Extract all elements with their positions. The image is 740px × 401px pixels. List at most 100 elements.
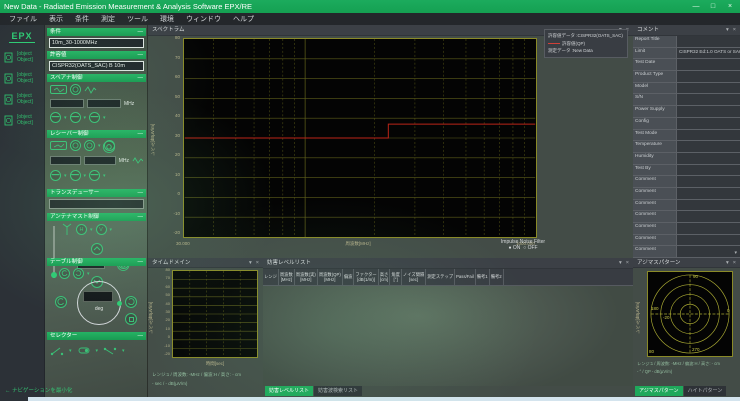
menu-item[interactable]: ファイル <box>4 14 42 24</box>
comment-row[interactable]: Config <box>633 118 740 130</box>
dropdown-icon[interactable]: ▾ <box>110 227 113 233</box>
column-header[interactable]: 周波数 [MHz] <box>279 269 295 285</box>
table-control-header[interactable]: テーブル制御 — <box>47 258 146 266</box>
dropdown-icon[interactable]: ▾ <box>64 115 67 121</box>
receiver-qp-button[interactable] <box>70 140 81 151</box>
menu-item[interactable]: ツール <box>122 14 153 24</box>
comment-row-value[interactable] <box>677 130 740 141</box>
collapse-icon[interactable]: — <box>138 213 144 221</box>
comment-row[interactable]: Power Supply <box>633 106 740 118</box>
comment-row-value[interactable] <box>677 235 740 246</box>
receiver-sweep-icon[interactable] <box>132 156 143 165</box>
comment-row-value[interactable] <box>677 223 740 234</box>
selector-switch-2-icon[interactable] <box>77 345 91 357</box>
comment-row-value[interactable] <box>677 94 740 105</box>
comment-row-value[interactable] <box>677 200 740 211</box>
dropdown-icon[interactable]: ▾ <box>90 227 93 233</box>
receiver-preset-button[interactable] <box>50 141 67 150</box>
spa-stop-freq-input[interactable] <box>87 99 121 108</box>
comment-row-value[interactable] <box>677 246 740 257</box>
comment-row[interactable]: Comment <box>633 211 740 223</box>
dropdown-icon[interactable]: ▾ <box>98 143 101 149</box>
tab-height-pattern[interactable]: ハイトパターン <box>684 386 727 396</box>
comment-row-value[interactable] <box>677 118 740 129</box>
receiver-step-input[interactable] <box>84 156 115 165</box>
dropdown-icon[interactable]: ▾ <box>103 115 106 121</box>
dropdown-icon[interactable]: ▾ <box>64 173 67 179</box>
column-header[interactable]: 角度 [°] <box>390 269 402 285</box>
close-button[interactable]: × <box>722 0 738 13</box>
panel-collapse-icon[interactable]: ▾ <box>726 25 729 36</box>
panel-close-icon[interactable]: × <box>256 258 259 268</box>
column-header[interactable]: 偏波 <box>343 269 355 285</box>
table-rotate-ccw-button[interactable] <box>55 296 67 308</box>
limit-header[interactable]: 許容値 — <box>47 51 146 59</box>
nav-item[interactable]: [object Object] <box>0 89 44 110</box>
condition-select[interactable]: 10m_30-1000MHz <box>49 38 144 48</box>
polarization-h-button[interactable]: H <box>76 224 87 235</box>
comment-row[interactable]: Humidity <box>633 153 740 165</box>
comment-row[interactable]: Product Type <box>633 71 740 83</box>
column-header[interactable]: レンジ <box>263 269 279 285</box>
panel-collapse-icon[interactable]: ▾ <box>619 258 622 269</box>
mast-up-button[interactable] <box>91 243 103 255</box>
comment-row-value[interactable] <box>677 106 740 117</box>
collapse-icon[interactable]: — <box>138 189 144 197</box>
comment-row[interactable]: Comment <box>633 176 740 188</box>
comment-row[interactable]: Report Title <box>633 36 740 48</box>
table-cw-step-button[interactable] <box>73 268 84 279</box>
collapse-icon[interactable]: — <box>138 28 144 36</box>
tab-azimuth-pattern[interactable]: アジマスパターン <box>635 386 683 396</box>
panel-close-icon[interactable]: × <box>626 258 629 269</box>
receiver-freq-input[interactable] <box>50 156 81 165</box>
comment-dropdown-icon[interactable]: ▾ <box>734 250 737 256</box>
comment-row-value[interactable] <box>677 83 740 94</box>
selector-switch-3-icon[interactable] <box>103 345 117 357</box>
dropdown-icon[interactable]: ▾ <box>87 271 90 277</box>
dropdown-icon[interactable]: ▾ <box>122 348 125 354</box>
comment-row-value[interactable] <box>677 188 740 199</box>
antenna-mast-header[interactable]: アンテナマスト制御 — <box>47 213 146 221</box>
spa-rbw-button[interactable]: − <box>50 112 61 123</box>
column-header[interactable]: 備考1 <box>476 269 490 285</box>
column-header[interactable]: Pass/Fail <box>455 269 476 285</box>
table-stop-button[interactable] <box>125 313 137 325</box>
spa-vbw-button[interactable]: − <box>70 112 81 123</box>
comment-row[interactable]: Comment <box>633 246 740 258</box>
timedomain-plot[interactable] <box>172 270 258 358</box>
dropdown-icon[interactable]: ▾ <box>96 348 99 354</box>
comment-row[interactable]: Comment <box>633 200 740 212</box>
transducer-header[interactable]: トランスデューサー — <box>47 189 146 197</box>
collapse-icon[interactable]: — <box>138 258 144 266</box>
column-header[interactable]: 周波数(実) [MHz] <box>295 269 318 285</box>
comment-row-value[interactable] <box>677 71 740 82</box>
comment-row-value[interactable] <box>677 211 740 222</box>
receiver-av-button[interactable] <box>84 140 95 151</box>
dropdown-icon[interactable]: ▾ <box>103 173 106 179</box>
azimuth-plot[interactable]: 90 180 0 270 -20 80 <box>647 271 733 357</box>
dropdown-icon[interactable]: ▾ <box>69 348 72 354</box>
nav-minimize-link[interactable]: ← ナビゲーションを最小化 <box>5 386 72 394</box>
column-header[interactable]: 測定ステップ <box>426 269 455 285</box>
comment-row-value[interactable] <box>677 59 740 70</box>
menu-item[interactable]: 表示 <box>44 14 68 24</box>
selector-header[interactable]: セレクター — <box>47 332 146 340</box>
minimize-button[interactable]: — <box>688 0 704 13</box>
comment-row[interactable]: Comment <box>633 235 740 247</box>
menu-item[interactable]: 環境 <box>155 14 179 24</box>
comment-row[interactable]: Model <box>633 83 740 95</box>
transducer-select[interactable] <box>49 199 144 209</box>
comment-row-value[interactable] <box>677 36 740 47</box>
column-header[interactable]: 周波数(QP) [MHz] <box>318 269 343 285</box>
comment-row-value[interactable] <box>677 165 740 176</box>
panel-close-icon[interactable]: × <box>733 25 736 36</box>
polarization-v-button[interactable]: V <box>96 224 107 235</box>
panel-collapse-icon[interactable]: ▾ <box>249 258 252 268</box>
panel-collapse-icon[interactable]: ▾ <box>726 258 729 268</box>
turntable-dial[interactable]: deg <box>77 281 121 325</box>
selector-switch-1-icon[interactable] <box>50 345 64 357</box>
spectrum-analyzer-header[interactable]: スペアナ制御 — <box>47 74 146 82</box>
comment-row[interactable]: Test By <box>633 165 740 177</box>
maximize-button[interactable]: □ <box>705 0 721 13</box>
spa-run-button[interactable] <box>70 84 81 95</box>
